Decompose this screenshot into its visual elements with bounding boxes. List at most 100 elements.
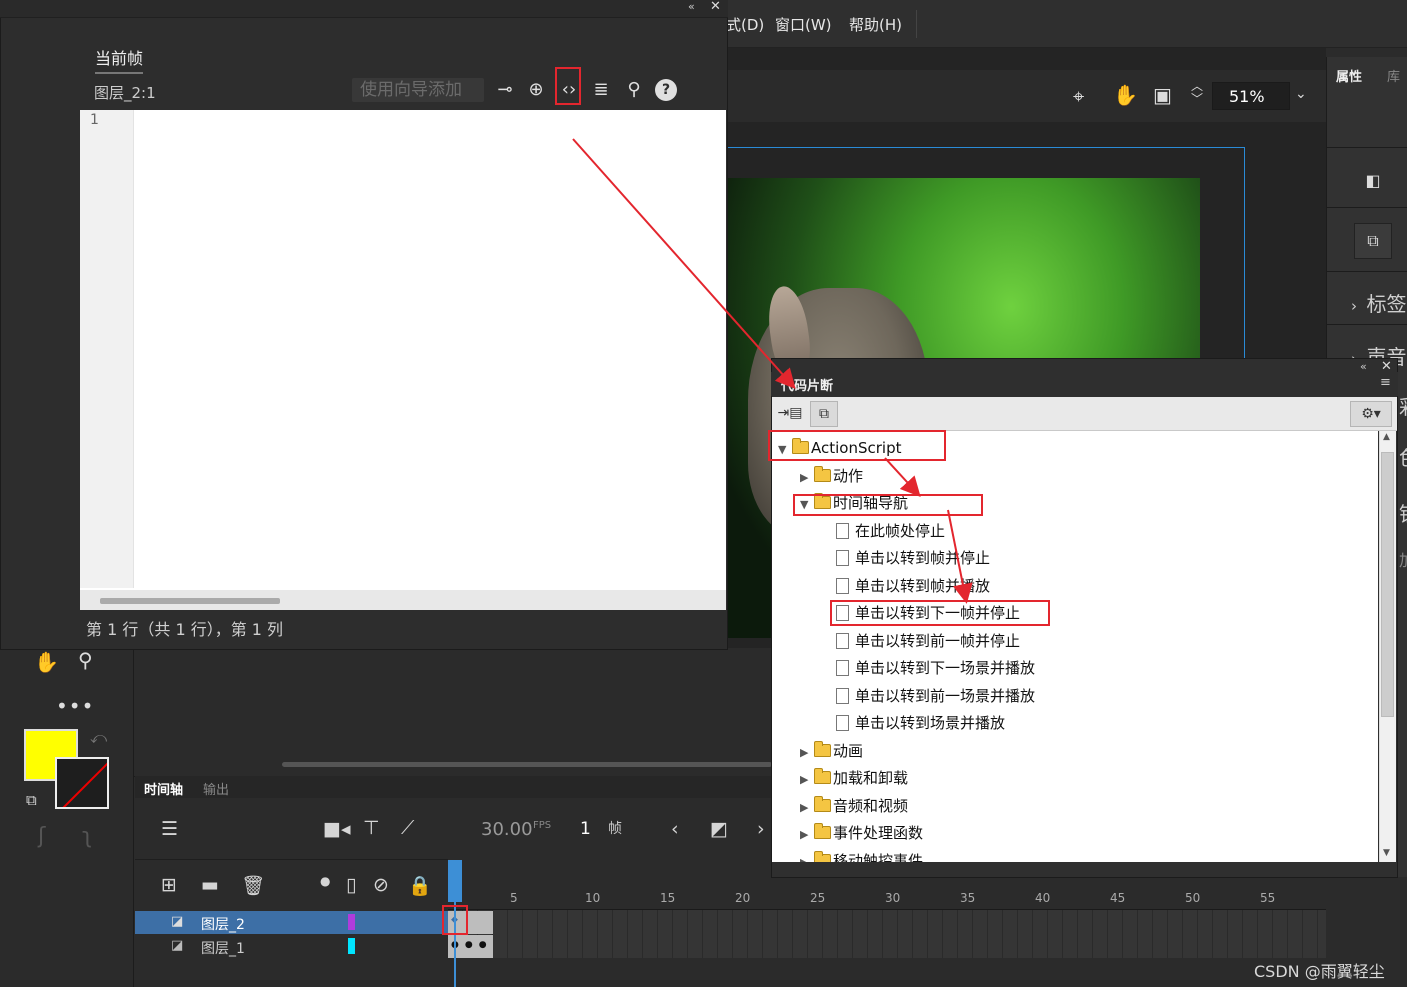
annotation-box — [768, 430, 946, 461]
tree-snippet[interactable]: 单击以转到场景并播放 — [836, 712, 1005, 734]
tree-folder[interactable]: ▶ 音频和视频 — [800, 795, 908, 817]
panel-icon[interactable]: ◧ — [1354, 164, 1392, 200]
next-frame-icon[interactable]: › — [757, 818, 765, 840]
outline-icon[interactable]: ▯ — [346, 874, 356, 896]
pin-icon[interactable]: ⊸ — [492, 78, 518, 102]
menu-bar: ≡ 式(D) 窗口(W) 帮助(H) — [708, 0, 1407, 48]
tree-snippet[interactable]: 单击以转到帧并停止 — [836, 547, 990, 569]
layer-icon: ◪ — [171, 914, 184, 929]
menu-help[interactable]: 帮助(H) — [849, 14, 902, 35]
menu-window[interactable]: 窗口(W) — [775, 14, 832, 35]
snap-icon[interactable]: ⌖ — [1073, 84, 1084, 108]
more-tools-icon[interactable]: ••• — [56, 694, 94, 718]
insert-snippet-icon[interactable]: ⇥▤ — [776, 401, 804, 427]
default-colors-icon[interactable]: ⧉ — [26, 791, 37, 809]
dot-icon[interactable]: ● — [320, 874, 330, 888]
tree-snippet[interactable]: 单击以转到帧并播放 — [836, 575, 990, 597]
smooth-icon[interactable]: ʃ — [38, 824, 45, 849]
scroll-up-icon[interactable]: ▲ — [1383, 432, 1390, 442]
tree-folder[interactable]: ▶ 动画 — [800, 740, 863, 762]
collapsed-icon[interactable]: ▶ — [800, 852, 814, 862]
stage-scrollbar[interactable] — [282, 762, 772, 767]
hierarchy-icon[interactable]: ⊤ — [363, 817, 380, 839]
cursor-status: 第 1 行（共 1 行），第 1 列 — [86, 620, 284, 639]
copy-snippet-icon[interactable]: ⧉ — [810, 401, 838, 427]
props-partial-text: 锁 — [1399, 498, 1407, 527]
playhead[interactable] — [448, 860, 462, 902]
new-folder-icon[interactable]: ▬ — [201, 874, 219, 896]
search-icon[interactable]: ⚲ — [621, 78, 647, 102]
collapsed-icon[interactable]: ▶ — [800, 769, 814, 791]
tree-snippet[interactable]: 单击以转到前一场景并播放 — [836, 685, 1035, 707]
tree-folder[interactable]: ▶ 加载和卸载 — [800, 767, 908, 789]
props-section-label[interactable]: › 标签 — [1351, 288, 1407, 317]
hide-icon[interactable]: ⊘ — [373, 874, 389, 896]
ruler-tick-label: 25 — [810, 891, 826, 905]
close-icon[interactable]: ✕ — [710, 0, 721, 14]
format-icon[interactable]: ≣ — [588, 78, 614, 102]
tree-snippet[interactable]: 单击以转到前一帧并停止 — [836, 630, 1020, 652]
collapsed-icon[interactable]: ▶ — [800, 824, 814, 846]
hand-icon[interactable]: ✋ — [1113, 83, 1138, 107]
swap-icon[interactable]: ⧉ — [1354, 223, 1392, 259]
code-editor[interactable] — [80, 110, 726, 610]
props-divider — [1327, 207, 1407, 208]
new-layer-icon[interactable]: ⊞ — [161, 874, 177, 896]
layer-color-swatch[interactable] — [348, 938, 355, 954]
scroll-down-icon[interactable]: ▼ — [1383, 848, 1390, 858]
props-partial-text: 色 — [1399, 442, 1407, 471]
layer-row[interactable]: ◪ 图层_1 — [135, 935, 448, 958]
tab-output[interactable]: 输出 — [203, 779, 229, 798]
straighten-icon[interactable]: ʅ — [82, 824, 92, 849]
hand-tool-icon[interactable]: ✋ — [34, 650, 59, 674]
snippets-footer — [772, 862, 1397, 876]
graph-icon[interactable]: ⟋ — [401, 817, 414, 839]
camera-icon[interactable]: ■◂ — [323, 818, 351, 840]
layer-color-swatch[interactable] — [348, 914, 355, 930]
ruler-tick-label: 55 — [1260, 891, 1276, 905]
layer-row[interactable]: ◪ 图层_2 — [135, 911, 448, 934]
clip-canvas-icon[interactable]: ▣ — [1153, 83, 1172, 107]
annotation-box — [830, 600, 1050, 626]
zoom-input[interactable]: 51% — [1212, 82, 1290, 110]
editor-scrollbar[interactable] — [100, 598, 280, 604]
watermark: CSDN @雨翼轻尘 — [1254, 962, 1385, 981]
collapsed-icon[interactable]: ▶ — [800, 742, 814, 764]
delete-layer-icon[interactable]: 🗑 — [241, 874, 265, 897]
layers-icon[interactable]: ☰ — [161, 818, 178, 840]
zoom-stepper-icon[interactable]: ︿ ﹀ — [1191, 80, 1203, 106]
tree-folder[interactable]: ▶ 事件处理函数 — [800, 822, 923, 844]
collapse-icon[interactable]: « — [688, 0, 695, 13]
zoom-dropdown-icon[interactable]: ⌄ — [1295, 86, 1307, 102]
stroke-color-swatch[interactable] — [55, 757, 109, 809]
tab-timeline[interactable]: 时间轴 — [144, 779, 183, 798]
tree-folder[interactable]: ▶移动触控事件 — [800, 850, 923, 862]
collapsed-icon[interactable]: ▶ — [800, 797, 814, 819]
prev-frame-icon[interactable]: ‹ — [671, 818, 679, 840]
settings-gear-icon[interactable]: ⚙▾ — [1350, 401, 1392, 427]
fps-value[interactable]: 30.00 — [481, 819, 533, 840]
tree-snippet[interactable]: 在此帧处停止 — [836, 520, 945, 542]
lock-icon[interactable]: 🔒 — [408, 874, 432, 897]
tab-properties[interactable]: 属性 — [1336, 66, 1362, 85]
menu-debug[interactable]: 式(D) — [726, 14, 764, 35]
wizard-add-button[interactable]: 使用向导添加 — [352, 78, 484, 102]
line-gutter — [80, 110, 134, 588]
snippets-scroll-thumb[interactable] — [1381, 452, 1394, 717]
current-frame[interactable]: 1 — [580, 819, 591, 839]
frames-grid[interactable] — [448, 910, 1326, 958]
zoom-tool-icon[interactable]: ⚲ — [78, 648, 93, 672]
target-icon[interactable]: ⊕ — [523, 78, 549, 102]
tab-library[interactable]: 库 — [1387, 66, 1400, 85]
layer-name[interactable]: 图层_1 — [201, 938, 245, 958]
help-icon[interactable]: ? — [655, 79, 677, 101]
tree-folder[interactable]: ▶ 动作 — [800, 465, 863, 487]
tab-current-frame[interactable]: 当前帧 — [95, 45, 144, 74]
swap-colors-icon[interactable]: ⤺ — [90, 728, 107, 748]
panel-menu-icon[interactable]: ≡ — [1380, 375, 1391, 390]
collapsed-icon[interactable]: ▶ — [800, 467, 814, 489]
props-divider — [1327, 271, 1407, 272]
insert-keyframe-icon[interactable]: ◩ — [710, 818, 728, 840]
layer-name[interactable]: 图层_2 — [201, 914, 245, 934]
tree-snippet[interactable]: 单击以转到下一场景并播放 — [836, 657, 1035, 679]
